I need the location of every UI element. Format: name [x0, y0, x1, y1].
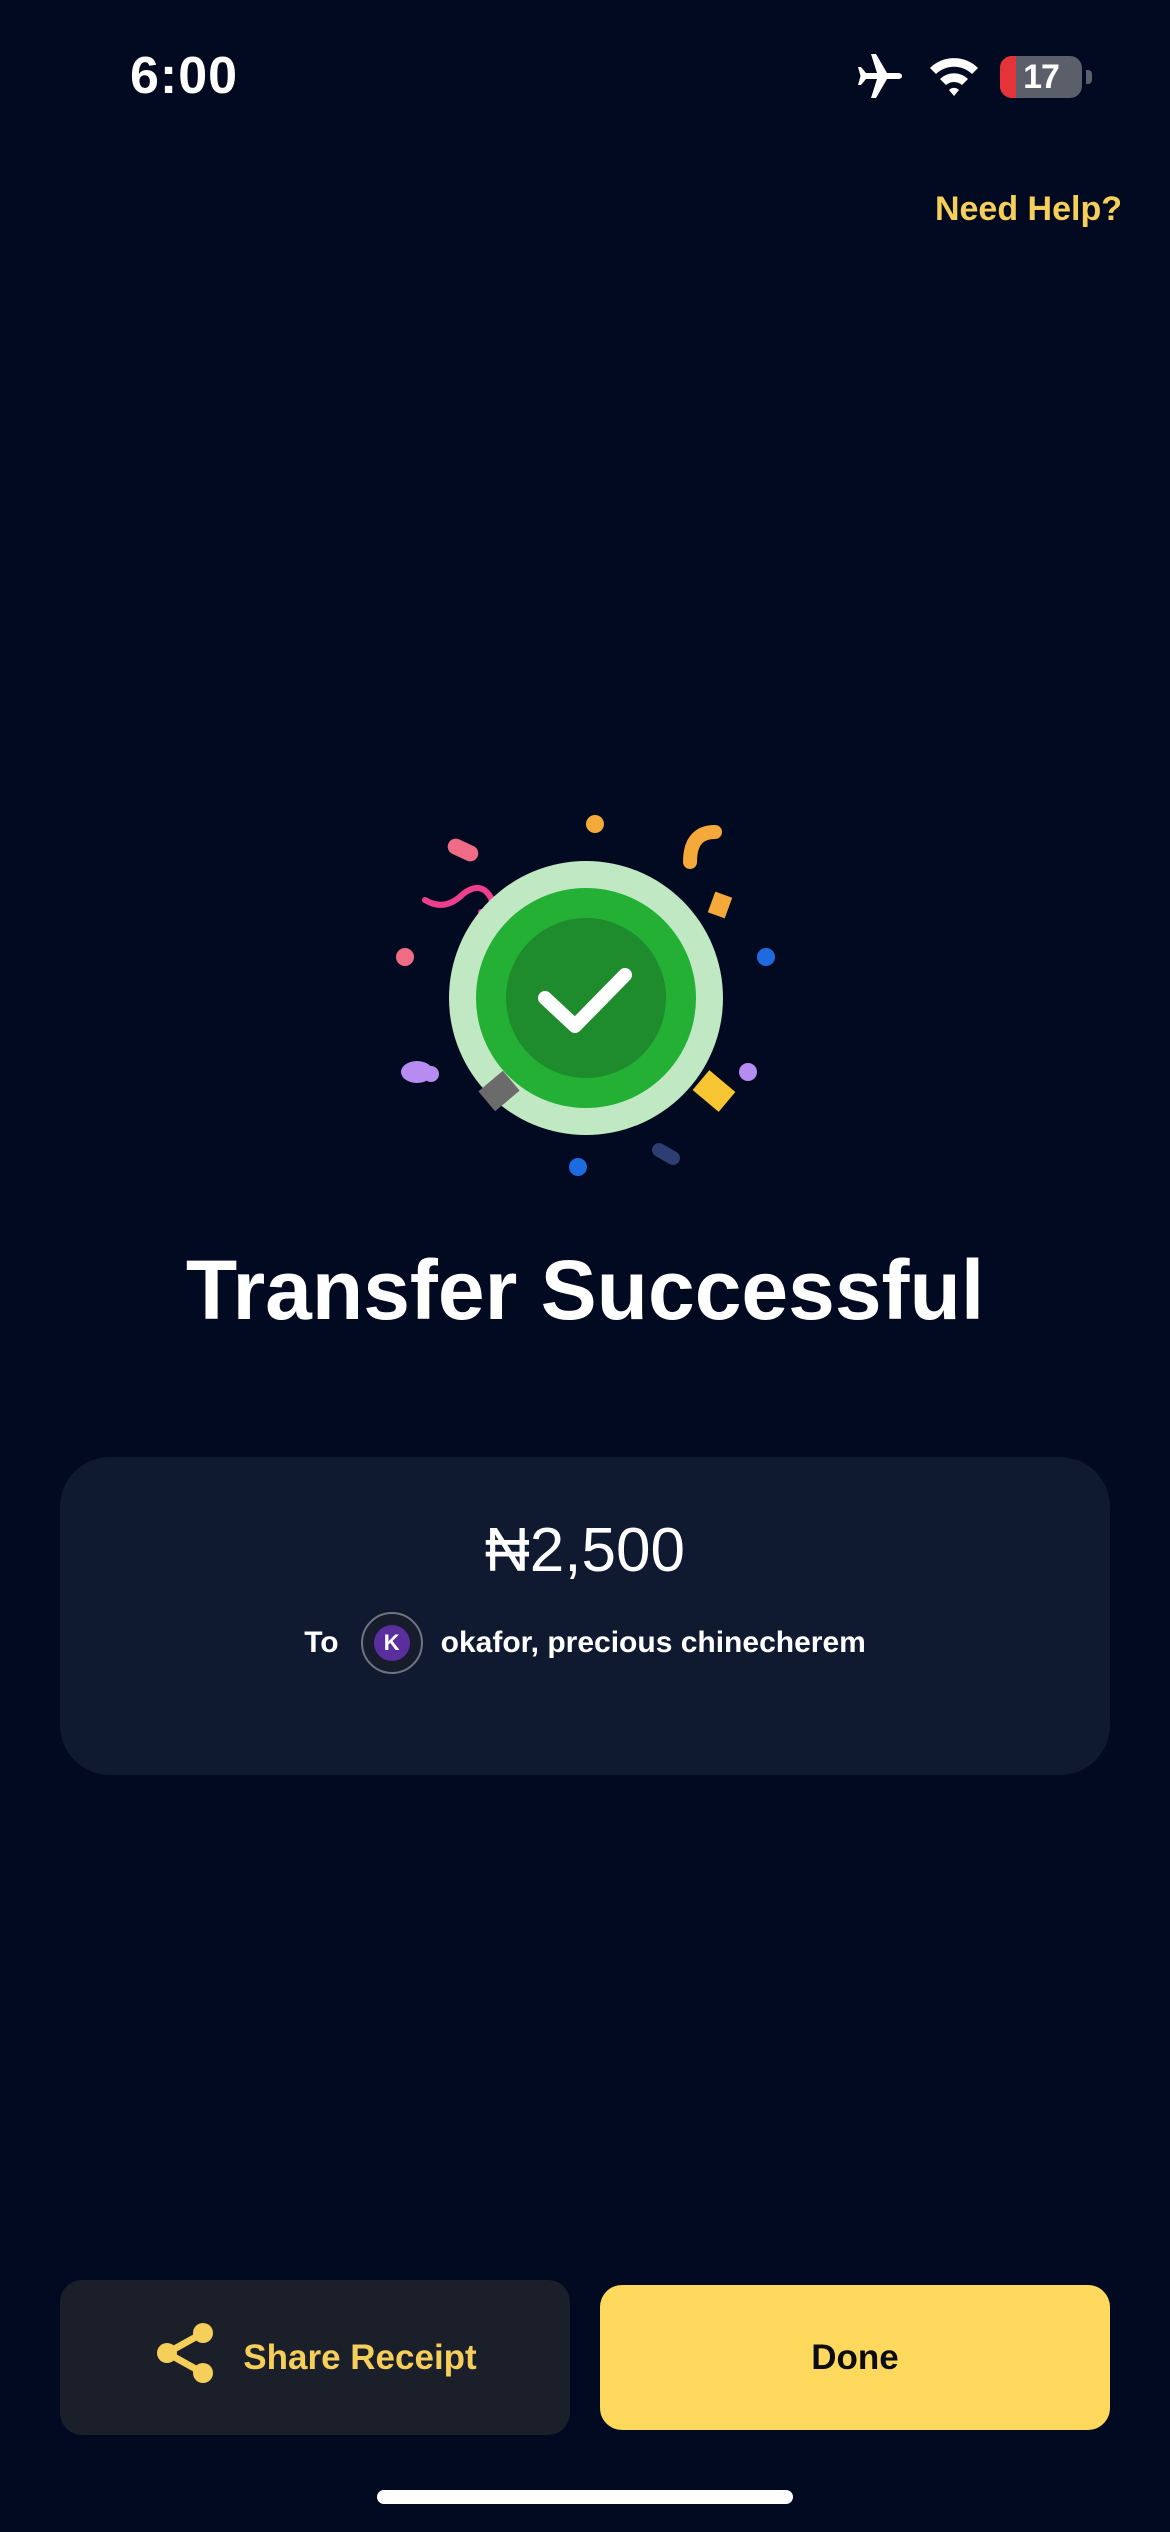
wifi-icon: [926, 52, 982, 103]
transfer-amount: ₦2,500: [485, 1516, 685, 1585]
page-title: Transfer Successful: [185, 1243, 985, 1337]
share-icon: [153, 2321, 217, 2394]
recipient-name: okafor, precious chinecherem: [440, 1626, 866, 1659]
transfer-success-screen: 6:00 17 Need Help? Transfer Successful ₦…: [0, 0, 1170, 2532]
to-label: To: [304, 1626, 339, 1659]
home-indicator: [377, 2490, 793, 2504]
done-button[interactable]: Done: [600, 2285, 1110, 2430]
battery-fill: [1000, 56, 1017, 98]
transfer-summary-card: ₦2,500 To K okafor, precious chinecherem: [60, 1457, 1110, 1775]
battery-level: 17: [1023, 57, 1060, 96]
airplane-icon: [852, 50, 908, 105]
share-receipt-label: Share Receipt: [243, 2337, 477, 2377]
recipient-row: To K okafor, precious chinecherem: [60, 1612, 1110, 1674]
need-help-link[interactable]: Need Help?: [935, 190, 1122, 229]
avatar: K: [360, 1612, 423, 1674]
success-check-icon: [385, 800, 785, 1200]
avatar-letter: K: [373, 1625, 410, 1661]
status-icons: 17: [852, 52, 1092, 102]
share-receipt-button[interactable]: Share Receipt: [60, 2280, 570, 2435]
status-time: 6:00: [130, 47, 239, 105]
battery-icon: 17: [1000, 56, 1082, 98]
battery-nub: [1086, 70, 1092, 84]
